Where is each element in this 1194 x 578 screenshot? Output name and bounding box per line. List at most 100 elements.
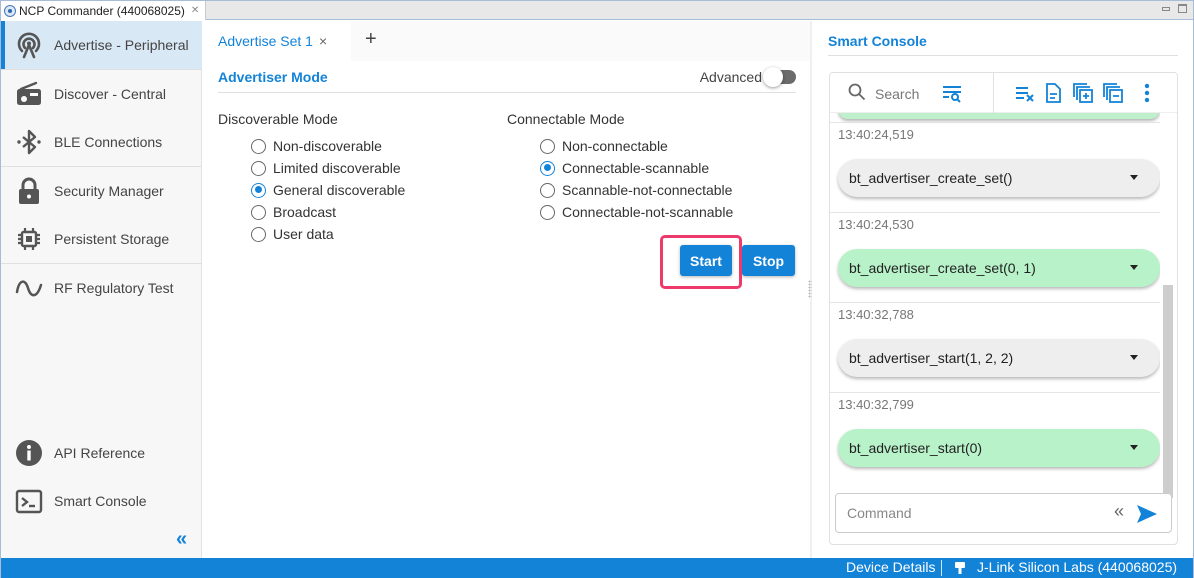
maximize-icon[interactable] bbox=[1178, 4, 1187, 13]
console-box: Search 13:40:24,519 bt_advertiser_create… bbox=[829, 72, 1178, 545]
radio-non-discoverable[interactable]: Non-discoverable bbox=[251, 136, 382, 156]
more-options-icon[interactable] bbox=[1142, 83, 1152, 103]
sidebar-item-label: Smart Console bbox=[54, 493, 147, 509]
collapse-all-icon[interactable] bbox=[1103, 83, 1123, 103]
sidebar-item-security-manager[interactable]: Security Manager bbox=[1, 167, 202, 215]
radio-broadcast[interactable]: Broadcast bbox=[251, 202, 336, 222]
section-title: Advertiser Mode bbox=[218, 69, 328, 85]
radio-circle bbox=[251, 182, 266, 198]
radio-label: Broadcast bbox=[273, 204, 337, 220]
radio-circle bbox=[540, 182, 555, 198]
minimize-icon[interactable] bbox=[1162, 7, 1170, 11]
log-entry: 13:40:32,799 bt_advertiser_start(0) bbox=[830, 392, 1160, 482]
tab-advertise-set-1[interactable]: Advertise Set 1 × bbox=[203, 21, 351, 61]
caret-down-icon bbox=[1130, 265, 1138, 270]
command-pill[interactable]: bt_advertiser_create_set() bbox=[838, 159, 1160, 197]
connectable-mode-label: Connectable Mode bbox=[507, 111, 625, 127]
scrollbar-thumb[interactable] bbox=[1163, 285, 1173, 498]
sidebar-item-smart-console[interactable]: Smart Console bbox=[1, 477, 202, 525]
radio-circle bbox=[540, 138, 555, 154]
view-tab-ncp-commander[interactable]: NCP Commander (440068025) ✕ bbox=[1, 1, 207, 20]
response-pill[interactable]: bt_advertiser_start(0) bbox=[838, 429, 1160, 467]
tab-label: Advertise Set 1 bbox=[218, 33, 313, 49]
info-icon bbox=[15, 439, 43, 467]
radio-connectable-scannable[interactable]: Connectable-scannable bbox=[540, 158, 709, 178]
log-entry: 13:40:32,788 bt_advertiser_start(1, 2, 2… bbox=[830, 302, 1160, 392]
document-icon[interactable] bbox=[1043, 83, 1063, 103]
timestamp: 13:40:32,788 bbox=[838, 307, 914, 322]
caret-down-icon bbox=[1130, 355, 1138, 360]
sidebar: Advertise - Peripheral Discover - Centra… bbox=[1, 21, 202, 558]
close-tab-icon[interactable]: × bbox=[319, 33, 327, 49]
radio-label: Connectable-scannable bbox=[562, 160, 710, 176]
radio-connectable-not-scannable[interactable]: Connectable-not-scannable bbox=[540, 202, 733, 222]
collapse-sidebar-button[interactable]: « bbox=[176, 528, 187, 551]
history-icon[interactable]: « bbox=[1114, 501, 1124, 522]
radio-non-connectable[interactable]: Non-connectable bbox=[540, 136, 668, 156]
sidebar-item-api-reference[interactable]: API Reference bbox=[1, 429, 202, 477]
app-window: NCP Commander (440068025) ✕ Advertise - … bbox=[0, 0, 1194, 578]
command-text: bt_advertiser_start(1, 2, 2) bbox=[849, 350, 1014, 366]
discoverable-mode-label: Discoverable Mode bbox=[218, 111, 338, 127]
response-pill[interactable]: bt_advertiser_create_set(0, 1) bbox=[838, 249, 1160, 287]
lock-icon bbox=[15, 177, 43, 205]
highlight-annotation bbox=[660, 235, 742, 289]
divider bbox=[941, 560, 942, 576]
window-controls bbox=[1162, 4, 1187, 13]
divider bbox=[828, 55, 1178, 56]
radio-scannable-not-connectable[interactable]: Scannable-not-connectable bbox=[540, 180, 732, 200]
radio-label: Connectable-not-scannable bbox=[562, 204, 734, 220]
radio-circle bbox=[251, 204, 266, 220]
radio-label: User data bbox=[273, 226, 334, 242]
radio-user-data[interactable]: User data bbox=[251, 224, 334, 244]
advanced-toggle[interactable] bbox=[763, 67, 796, 87]
radio-label: Limited discoverable bbox=[273, 160, 401, 176]
console-log: 13:40:24,519 bt_advertiser_create_set() … bbox=[830, 113, 1160, 498]
command-pill[interactable]: bt_advertiser_start(1, 2, 2) bbox=[838, 339, 1160, 377]
filter-search-icon[interactable] bbox=[942, 83, 962, 103]
view-tab-title: NCP Commander (440068025) bbox=[19, 3, 185, 18]
radio-circle bbox=[251, 160, 266, 176]
search-field[interactable]: Search bbox=[848, 83, 919, 104]
radio-circle bbox=[251, 138, 266, 154]
previous-entry-pill bbox=[838, 113, 1160, 119]
terminal-icon bbox=[15, 487, 43, 515]
log-entry: 13:40:24,519 bt_advertiser_create_set() bbox=[830, 122, 1160, 212]
radio-general-discoverable[interactable]: General discoverable bbox=[251, 180, 405, 200]
send-icon[interactable] bbox=[1136, 504, 1158, 529]
sidebar-item-label: Security Manager bbox=[54, 183, 164, 199]
advanced-label: Advanced bbox=[699, 69, 762, 85]
response-text: bt_advertiser_start(0) bbox=[849, 440, 983, 456]
sidebar-item-label: API Reference bbox=[54, 445, 146, 461]
radio-label: Scannable-not-connectable bbox=[562, 182, 733, 198]
sidebar-item-advertise-peripheral[interactable]: Advertise - Peripheral bbox=[1, 21, 202, 69]
log-entry: 13:40:24,530 bt_advertiser_create_set(0,… bbox=[830, 212, 1160, 302]
add-tab-button[interactable]: + bbox=[365, 28, 377, 51]
sidebar-item-discover-central[interactable]: Discover - Central bbox=[1, 70, 202, 118]
timestamp: 13:40:32,799 bbox=[838, 397, 914, 412]
clear-log-icon[interactable] bbox=[1015, 83, 1035, 103]
command-input[interactable] bbox=[847, 503, 1097, 523]
timestamp: 13:40:24,519 bbox=[838, 127, 914, 142]
command-field[interactable]: « bbox=[835, 493, 1172, 533]
sidebar-item-label: Discover - Central bbox=[54, 86, 167, 102]
device-name[interactable]: J-Link Silicon Labs (440068025) bbox=[977, 559, 1177, 575]
stop-button[interactable]: Stop bbox=[742, 245, 795, 276]
radio-circle bbox=[251, 226, 266, 242]
close-icon[interactable]: ✕ bbox=[191, 5, 199, 16]
radio-circle bbox=[540, 204, 555, 220]
sidebar-item-rf-regulatory-test[interactable]: RF Regulatory Test bbox=[1, 264, 202, 312]
sidebar-item-ble-connections[interactable]: BLE Connections bbox=[1, 118, 202, 166]
device-details-link[interactable]: Device Details bbox=[846, 559, 935, 575]
sidebar-item-label: Persistent Storage bbox=[54, 231, 170, 247]
sidebar-item-label: BLE Connections bbox=[54, 134, 163, 150]
caret-down-icon bbox=[1130, 445, 1138, 450]
connection-plug-icon bbox=[954, 561, 966, 578]
sidebar-item-persistent-storage[interactable]: Persistent Storage bbox=[1, 215, 202, 263]
search-icon bbox=[848, 83, 866, 104]
radio-limited-discoverable[interactable]: Limited discoverable bbox=[251, 158, 401, 178]
expand-all-icon[interactable] bbox=[1073, 83, 1093, 103]
radio-icon bbox=[15, 80, 43, 108]
radio-label: General discoverable bbox=[273, 182, 406, 198]
sidebar-item-label: Advertise - Peripheral bbox=[54, 37, 189, 53]
